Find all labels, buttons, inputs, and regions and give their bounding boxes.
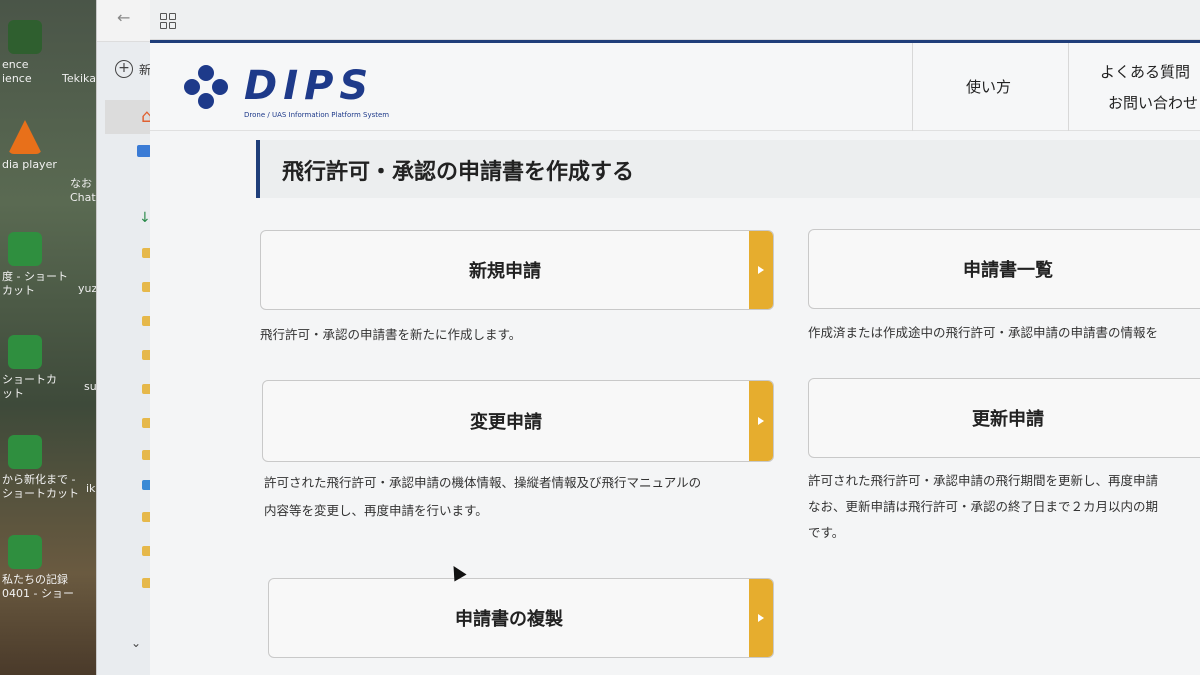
explorer-titlebar: ← xyxy=(97,0,156,42)
app-icon xyxy=(8,435,42,469)
application-list-label: 申請書一覧 xyxy=(963,260,1053,281)
logo-title: DIPS xyxy=(244,63,375,109)
desktop-shortcut-label: から新化まで - ショートカット xyxy=(2,473,79,500)
arrow-right-icon xyxy=(749,231,773,309)
desktop-shortcut[interactable]: 度 - ショート カット xyxy=(2,232,68,298)
logo-dot xyxy=(198,93,214,109)
app-icon xyxy=(8,535,42,569)
nav-divider xyxy=(1068,43,1069,131)
new-icon[interactable]: + xyxy=(115,60,133,78)
desktop: ence ience dia player 度 - ショート カット ショートカ… xyxy=(0,0,104,675)
new-application-description: 飛行許可・承認の申請書を新たに作成します。 xyxy=(260,327,522,342)
desktop-shortcut-label: 度 - ショート カット xyxy=(2,270,68,297)
pictures-icon[interactable] xyxy=(137,145,151,157)
logo-subtitle: Drone / UAS Information Platform System xyxy=(244,111,390,119)
dips-logo[interactable]: DIPS Drone / UAS Information Platform Sy… xyxy=(182,63,412,119)
desktop-shortcut-label: dia player xyxy=(2,158,57,171)
application-list-button[interactable]: 申請書一覧 xyxy=(808,229,1200,309)
browser-toolbar xyxy=(150,0,1200,40)
copy-application-button[interactable]: 申請書の複製 xyxy=(268,578,774,658)
logo-dot xyxy=(184,79,200,95)
renewal-application-description-line1: 許可された飛行許可・承認申請の飛行期間を更新し、再度申請 xyxy=(808,473,1159,488)
app-icon xyxy=(8,20,42,54)
nav-divider xyxy=(912,43,913,131)
renewal-application-button[interactable]: 更新申請 xyxy=(808,378,1200,458)
change-application-description-line2: 内容等を変更し、再度申請を行います。 xyxy=(264,503,488,518)
nav-howto-link[interactable]: 使い方 xyxy=(966,76,1011,97)
nav-contact-link[interactable]: お問い合わせ xyxy=(1108,92,1198,113)
application-list-description: 作成済または作成途中の飛行許可・承認申請の申請書の情報を xyxy=(808,325,1159,340)
file-explorer-window: ← + 新 ⌂ ↓ ⌄ xyxy=(96,0,163,675)
logo-dot xyxy=(212,79,228,95)
desktop-shortcut[interactable]: dia player xyxy=(2,120,62,172)
change-application-button[interactable]: 変更申請 xyxy=(262,380,774,462)
new-application-button[interactable]: 新規申請 xyxy=(260,230,774,310)
renewal-application-label: 更新申請 xyxy=(972,409,1044,430)
desktop-label: ik xyxy=(86,482,96,495)
desktop-shortcut[interactable]: ショートカット xyxy=(2,335,62,401)
desktop-shortcut[interactable]: ence ience xyxy=(2,20,62,86)
desktop-shortcut-label: ショートカット xyxy=(2,373,57,400)
desktop-shortcut[interactable]: から新化まで - ショートカット xyxy=(2,435,79,501)
renewal-application-description-line3: です。 xyxy=(808,525,845,540)
desktop-label: su xyxy=(84,380,97,393)
desktop-shortcut-label: ence ience xyxy=(2,58,32,85)
download-icon[interactable]: ↓ xyxy=(139,210,151,226)
page-heading: 飛行許可・承認の申請書を作成する xyxy=(256,140,1200,198)
new-application-label: 新規申請 xyxy=(469,261,541,282)
home-nav-item[interactable]: ⌂ xyxy=(105,100,155,134)
change-application-description-line1: 許可された飛行許可・承認申請の機体情報、操縦者情報及び飛行マニュアルの xyxy=(264,475,702,490)
nav-faq-link[interactable]: よくある質問 xyxy=(1100,61,1190,82)
desktop-shortcut-label: 私たちの記録 0401 - ショー xyxy=(2,573,74,600)
chevron-down-icon[interactable]: ⌄ xyxy=(131,636,141,650)
app-icon xyxy=(8,335,42,369)
logo-dot xyxy=(198,65,214,81)
browser-window: DIPS Drone / UAS Information Platform Sy… xyxy=(150,0,1200,675)
site-header: DIPS Drone / UAS Information Platform Sy… xyxy=(150,43,1200,131)
change-application-label: 変更申請 xyxy=(470,412,542,433)
arrow-right-icon xyxy=(749,579,773,657)
desktop-shortcut[interactable]: 私たちの記録 0401 - ショー xyxy=(2,535,74,601)
copy-application-label: 申請書の複製 xyxy=(455,609,563,630)
apps-grid-icon[interactable] xyxy=(160,13,176,29)
page-title: 飛行許可・承認の申請書を作成する xyxy=(282,160,635,185)
arrow-right-icon xyxy=(749,381,773,461)
vlc-icon xyxy=(8,120,42,154)
app-icon xyxy=(8,232,42,266)
renewal-application-description-line2: なお、更新申請は飛行許可・承認の終了日まで２カ月以内の期 xyxy=(808,499,1159,514)
back-arrow-icon[interactable]: ← xyxy=(117,8,130,27)
